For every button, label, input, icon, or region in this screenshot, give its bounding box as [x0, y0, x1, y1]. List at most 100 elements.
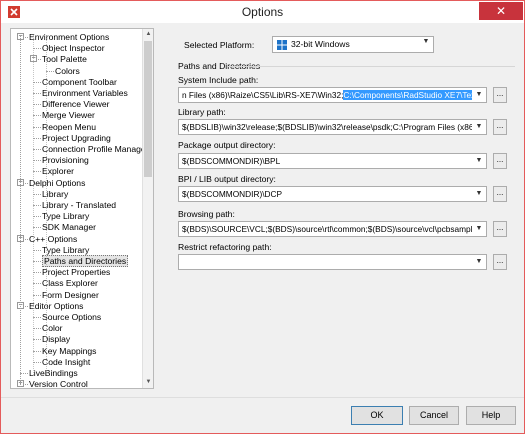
bpi-lib-output-value: $(BDSCOMMONDIR)\DCP: [182, 189, 283, 199]
tree-connector: [33, 81, 41, 83]
tree-connector: [33, 261, 41, 262]
cancel-button[interactable]: Cancel: [409, 406, 459, 425]
tree-item[interactable]: Project Properties: [42, 266, 110, 278]
scroll-up-icon[interactable]: ▲: [143, 29, 153, 40]
tree-connector: [33, 227, 41, 229]
tree-connector: [33, 249, 41, 251]
tree-item[interactable]: Reopen Menu: [42, 121, 96, 133]
restrict-refactoring-combo[interactable]: ▼: [178, 254, 487, 270]
help-button[interactable]: Help: [466, 406, 516, 425]
tree-guide-line: [33, 35, 34, 375]
tree-item[interactable]: Delphi Options: [29, 177, 85, 189]
browsing-path-label: Browsing path:: [178, 209, 235, 219]
chevron-down-icon[interactable]: ▼: [474, 222, 484, 236]
tree-guide-line: [46, 35, 47, 375]
tree-connector: [33, 294, 41, 296]
tree-connector: [33, 48, 41, 50]
tree-connector: [33, 317, 41, 318]
tree-connector: [33, 126, 41, 128]
tree-connector: [46, 70, 54, 72]
tree-item[interactable]: LiveBindings: [29, 367, 78, 379]
close-button[interactable]: ✕: [479, 2, 523, 20]
tree-item[interactable]: SDK Manager: [42, 221, 96, 233]
platform-select[interactable]: 32-bit Windows ▼: [272, 36, 434, 53]
tree-connector: [33, 361, 41, 363]
tree-item[interactable]: Form Designer: [42, 289, 99, 301]
restrict-refactoring-browse-button[interactable]: ...: [493, 254, 507, 270]
ok-button[interactable]: OK: [351, 406, 403, 425]
browsing-path-browse-button[interactable]: ...: [493, 221, 507, 237]
windows-icon: [277, 40, 287, 50]
tree-connector: [33, 350, 41, 352]
tree-connector: [33, 216, 41, 218]
window-title: Options: [241, 5, 284, 19]
chevron-down-icon[interactable]: ▼: [474, 88, 484, 102]
tree-item[interactable]: C++ Options: [29, 233, 77, 245]
tree-item[interactable]: Environment Options: [29, 31, 109, 43]
bpi-lib-output-label: BPI / LIB output directory:: [178, 174, 276, 184]
chevron-down-icon[interactable]: ▼: [474, 255, 484, 269]
tree-item[interactable]: Source Options: [42, 311, 101, 323]
tree-connector: [33, 272, 41, 274]
restrict-refactoring-label: Restrict refactoring path:: [178, 242, 272, 252]
package-output-value: $(BDSCOMMONDIR)\BPL: [182, 156, 281, 166]
tree-connector: [33, 104, 41, 106]
tree-item[interactable]: Class Explorer: [42, 277, 98, 289]
options-window: Options ✕ Environment Options − Object Ins…: [0, 0, 525, 434]
tree-item[interactable]: Key Mappings: [42, 345, 96, 357]
tree-item[interactable]: Library - Translated: [42, 199, 116, 211]
tree-item[interactable]: Colors: [55, 65, 80, 77]
bpi-lib-output-browse-button[interactable]: ...: [493, 186, 507, 202]
chevron-down-icon: ▼: [422, 38, 430, 45]
tree-item[interactable]: Environment Variables: [42, 87, 128, 99]
tree-item[interactable]: Object Inspector: [42, 42, 105, 54]
title-bar: Options ✕: [1, 1, 524, 23]
chevron-down-icon[interactable]: ▼: [474, 187, 484, 201]
tree-connector: [33, 115, 41, 117]
tree-connector: [33, 339, 41, 341]
package-output-label: Package output directory:: [178, 140, 276, 150]
scroll-thumb[interactable]: [144, 41, 152, 177]
chevron-down-icon[interactable]: ▼: [474, 120, 484, 134]
tree-item[interactable]: Editor Options: [29, 300, 83, 312]
tree-item[interactable]: Merge Viewer: [42, 109, 95, 121]
tree-item[interactable]: Connection Profile Manager: [42, 143, 149, 155]
tree-connector: [33, 205, 41, 206]
platform-label: Selected Platform:: [184, 40, 255, 50]
system-include-browse-button[interactable]: ...: [493, 87, 507, 103]
library-path-value: $(BDSLIB)\win32\release;$(BDSLIB)\win32\…: [182, 122, 472, 132]
tree-item[interactable]: Type Library: [42, 210, 89, 222]
tree-item[interactable]: Difference Viewer: [42, 98, 110, 110]
tree-guide-line: [20, 35, 21, 388]
system-include-label: System Include path:: [178, 75, 259, 85]
options-tree[interactable]: Environment Options − Object Inspector Tool…: [10, 28, 154, 389]
chevron-down-icon[interactable]: ▼: [474, 154, 484, 168]
tree-connector: [33, 149, 41, 150]
tree-item[interactable]: Version Control: [29, 378, 88, 388]
tree-connector: [33, 171, 41, 173]
bpi-lib-output-combo[interactable]: $(BDSCOMMONDIR)\DCP ▼: [178, 186, 487, 202]
tree-connector: [33, 193, 41, 195]
tree-connector: [33, 137, 41, 139]
tree-scrollbar[interactable]: ▲ ▼: [142, 29, 153, 388]
library-path-label: Library path:: [178, 107, 226, 117]
group-divider: [228, 66, 515, 67]
tree-connector: [33, 283, 41, 285]
tree-item[interactable]: Type Library: [42, 244, 89, 256]
tree-item[interactable]: Paths and Directories: [42, 255, 129, 267]
tree-item[interactable]: Code Insight: [42, 356, 90, 368]
tree-item[interactable]: Tool Palette: [42, 53, 87, 65]
tree-item[interactable]: Project Upgrading: [42, 132, 111, 144]
package-output-combo[interactable]: $(BDSCOMMONDIR)\BPL ▼: [178, 153, 487, 169]
system-include-value: n Files (x86)\Raize\CS5\Lib\RS-XE7\Win32…: [182, 88, 472, 102]
library-path-browse-button[interactable]: ...: [493, 119, 507, 135]
scroll-down-icon[interactable]: ▼: [143, 377, 153, 388]
browsing-path-combo[interactable]: $(BDS)\SOURCE\VCL;$(BDS)\source\rtl\comm…: [178, 221, 487, 237]
system-include-combo[interactable]: n Files (x86)\Raize\CS5\Lib\RS-XE7\Win32…: [178, 87, 487, 103]
tree-connector: [20, 373, 28, 374]
tree-item[interactable]: Provisioning: [42, 154, 89, 166]
library-path-combo[interactable]: $(BDSLIB)\win32\release;$(BDSLIB)\win32\…: [178, 119, 487, 135]
tree-item[interactable]: Component Toolbar: [42, 76, 117, 88]
package-output-browse-button[interactable]: ...: [493, 153, 507, 169]
platform-value: 32-bit Windows: [291, 39, 350, 49]
